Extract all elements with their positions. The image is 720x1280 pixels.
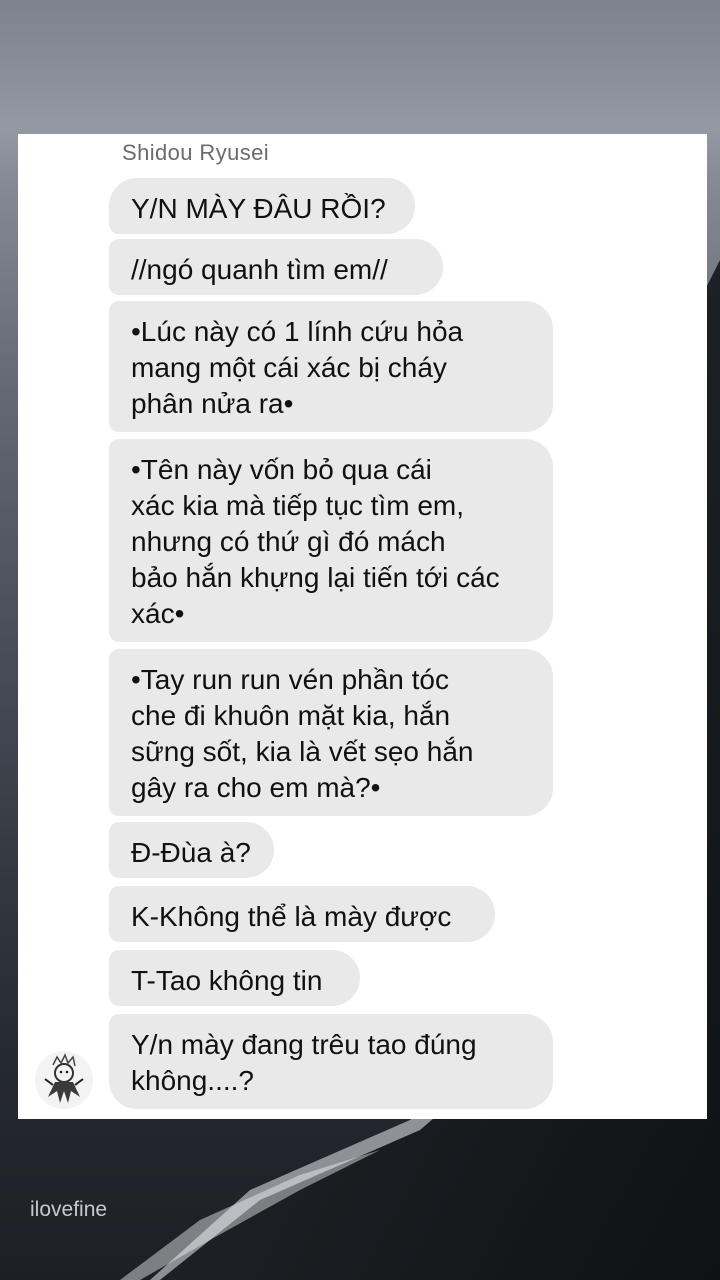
message-bubble[interactable]: T-Tao không tin (109, 950, 360, 1006)
message-bubble[interactable]: Y/n mày đang trêu tao đúng không....? (109, 1014, 553, 1109)
message-bubble[interactable]: Y/N MÀY ĐÂU RỒI? (109, 178, 415, 234)
character-sketch-icon (35, 1051, 93, 1109)
message-bubble[interactable]: •Lúc này có 1 lính cứu hỏa mang một cái … (109, 301, 553, 432)
message-bubble[interactable]: //ngó quanh tìm em// (109, 239, 443, 295)
message-bubble[interactable]: •Tên này vốn bỏ qua cái xác kia mà tiếp … (109, 439, 553, 642)
message-bubble[interactable]: Đ-Đùa à? (109, 822, 274, 878)
chat-card: Shidou Ryusei Y/N MÀY ĐÂU RỒI? //ngó qua… (18, 134, 707, 1119)
sender-name: Shidou Ryusei (122, 140, 270, 165)
message-bubble[interactable]: K-Không thể là mày được (109, 886, 495, 942)
avatar[interactable] (35, 1051, 93, 1109)
message-bubble[interactable]: •Tay run run vén phần tóc che đi khuôn m… (109, 649, 553, 816)
watermark: ilovefine (30, 1198, 108, 1221)
